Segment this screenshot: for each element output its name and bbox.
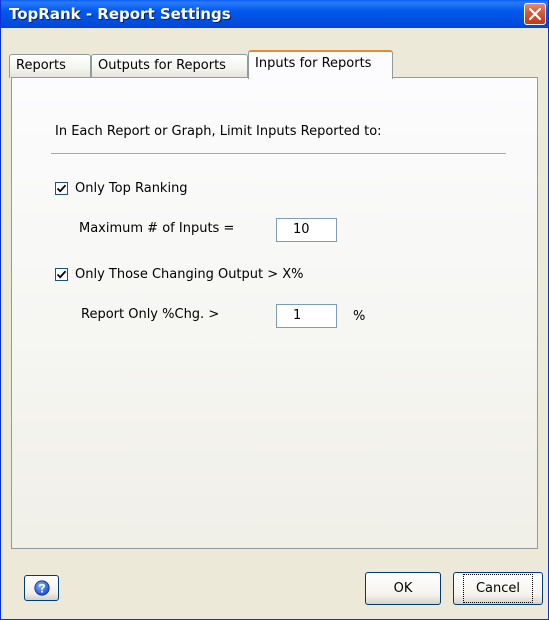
tab-outputs-for-reports[interactable]: Outputs for Reports: [91, 54, 248, 78]
percent-unit: %: [353, 309, 366, 324]
divider: [51, 153, 506, 155]
tab-label: Reports: [16, 58, 66, 73]
cancel-label: Cancel: [462, 574, 534, 603]
checkbox-box[interactable]: [55, 181, 68, 195]
ok-label: OK: [393, 581, 413, 596]
dialog-window: TopRank - Report Settings Reports Output…: [0, 0, 549, 620]
max-inputs-field[interactable]: 10: [276, 218, 337, 242]
section-heading: In Each Report or Graph, Limit Inputs Re…: [55, 124, 382, 139]
ok-button[interactable]: OK: [365, 572, 441, 605]
tab-panel-inputs: In Each Report or Graph, Limit Inputs Re…: [11, 77, 538, 549]
checkmark-icon: [57, 270, 66, 279]
checkbox-box[interactable]: [55, 267, 68, 281]
checkmark-icon: [57, 184, 66, 193]
close-icon: [529, 8, 541, 20]
cancel-button[interactable]: Cancel: [453, 572, 543, 605]
title-bar[interactable]: TopRank - Report Settings: [1, 0, 548, 28]
tab-inputs-for-reports[interactable]: Inputs for Reports: [248, 50, 393, 79]
question-help-icon: [34, 580, 50, 596]
close-button[interactable]: [524, 3, 546, 25]
tab-label: Inputs for Reports: [255, 56, 372, 71]
pct-change-field[interactable]: 1: [276, 304, 337, 328]
window-title: TopRank - Report Settings: [9, 5, 231, 23]
tab-label: Outputs for Reports: [98, 58, 226, 73]
checkbox-label: Only Those Changing Output > X%: [75, 266, 304, 282]
tab-reports[interactable]: Reports: [9, 54, 91, 78]
max-inputs-label: Maximum # of Inputs =: [79, 221, 235, 236]
only-changing-output-checkbox[interactable]: Only Those Changing Output > X%: [55, 265, 304, 283]
only-top-ranking-checkbox[interactable]: Only Top Ranking: [55, 179, 188, 197]
pct-change-label: Report Only %Chg. >: [81, 307, 220, 322]
checkbox-label: Only Top Ranking: [75, 180, 188, 196]
help-button[interactable]: [24, 575, 59, 601]
